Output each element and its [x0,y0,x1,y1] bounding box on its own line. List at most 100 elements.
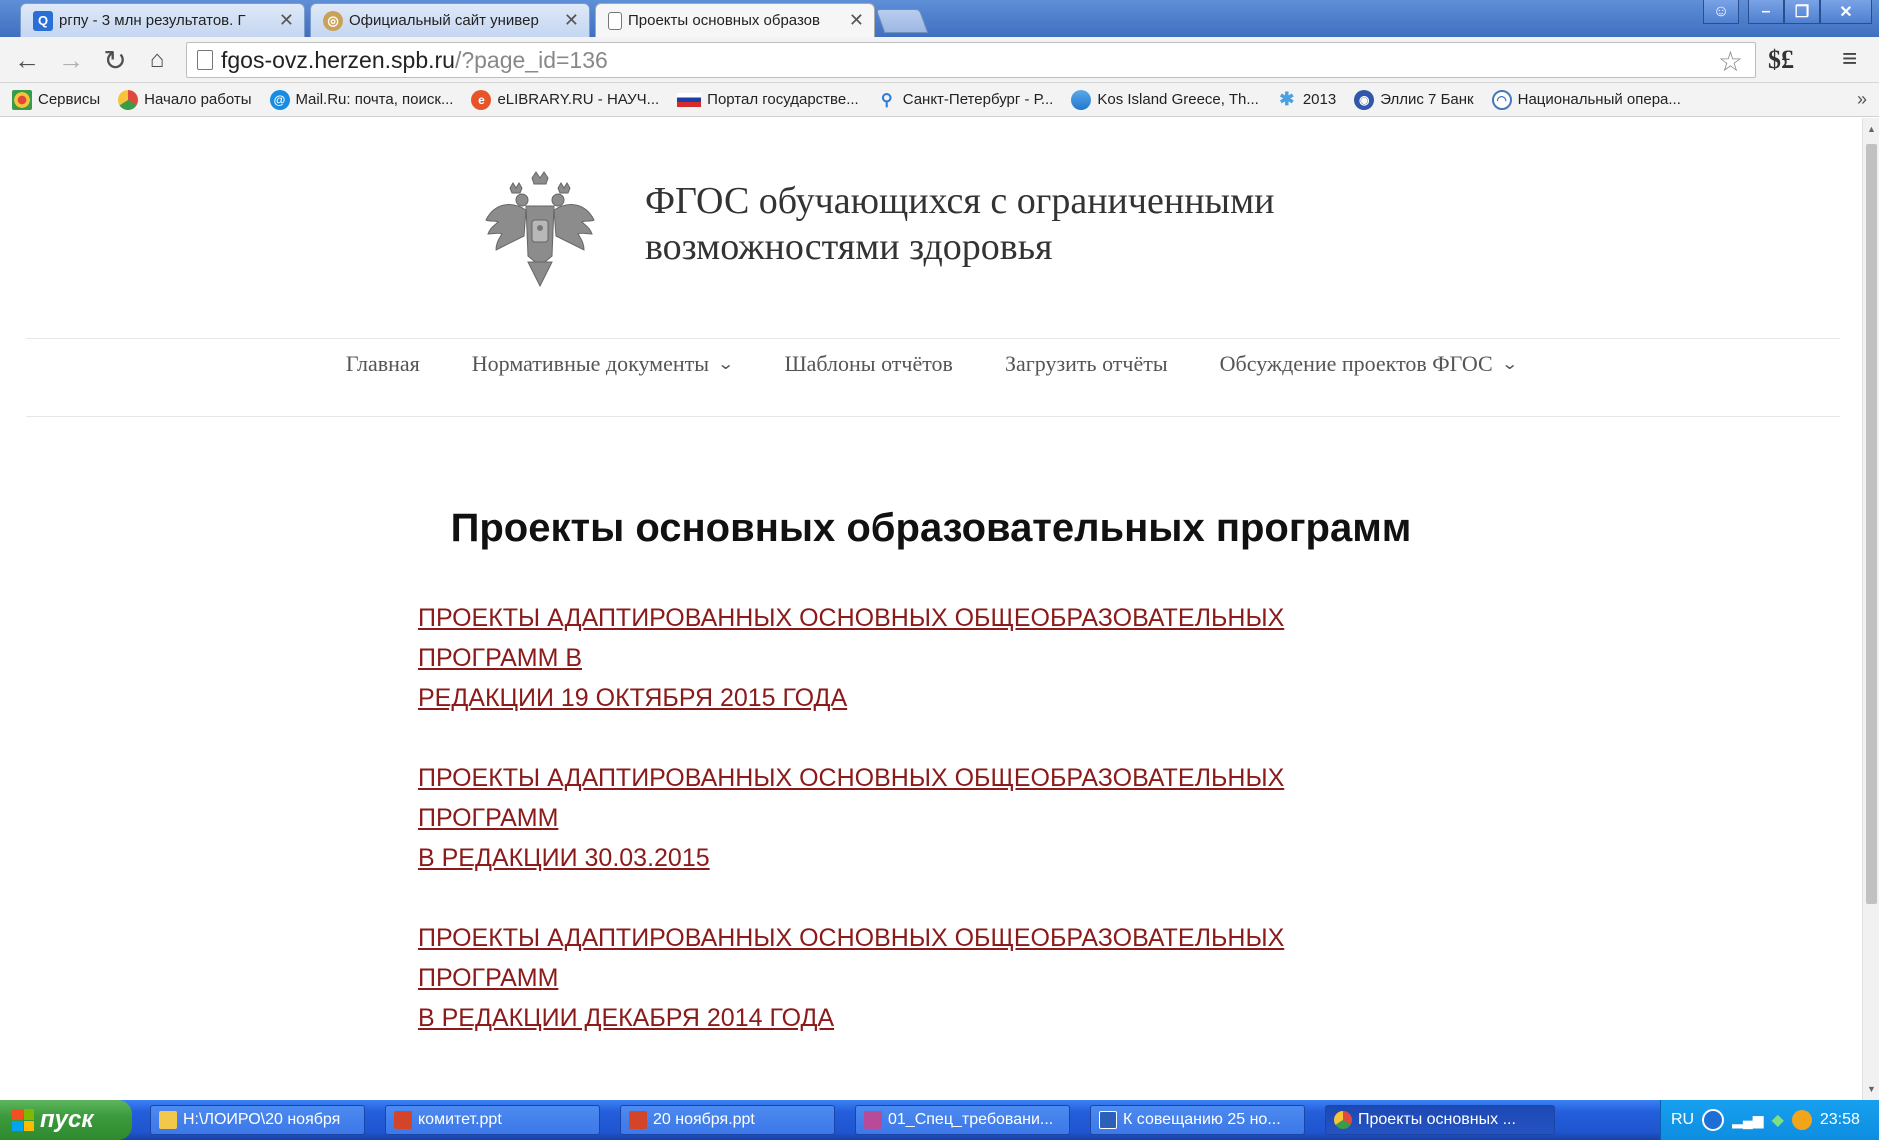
close-icon[interactable]: ✕ [279,10,294,31]
bookmark-label: Начало работы [144,91,252,108]
tab-title: ргпу - 3 млн результатов. Г [59,12,246,29]
bookmark-label: eLIBRARY.RU - НАУЧ... [497,91,660,108]
browser-tab-strip: Q ргпу - 3 млн результатов. Г ✕ ◎ Официа… [0,0,1879,37]
nav-item-upload-reports[interactable]: Загрузить отчёты [1005,351,1168,377]
mailru-icon: @ [269,89,290,110]
extension-button[interactable]: $£ [1768,45,1794,75]
link-text: В РЕДАКЦИИ ДЕКАБРЯ 2014 ГОДА [418,1004,835,1032]
nav-item-report-templates[interactable]: Шаблоны отчётов [784,351,953,377]
back-button[interactable]: ← [10,43,44,77]
bookmark-spb[interactable]: ⚲ Санкт-Петербург - Р... [877,90,1054,110]
taskbar-button-ppt-nov20[interactable]: 20 ноября.ppt [620,1105,835,1135]
signal-icon[interactable]: ▂▄▆ [1732,1112,1763,1129]
taskbar-button-label: комитет.ppt [418,1111,502,1128]
tab-university[interactable]: ◎ Официальный сайт универ ✕ [310,3,590,37]
menu-icon[interactable]: ≡ [1842,43,1857,74]
minimize-button[interactable]: – [1748,0,1784,24]
bookmark-services[interactable]: Сервисы [12,89,100,110]
taskbar-button-ppt-committee[interactable]: комитет.ppt [385,1105,600,1135]
scroll-up-icon[interactable]: ▲ [1867,124,1876,134]
folder-icon [159,1111,177,1129]
shield-icon[interactable]: ◆ [1772,1110,1784,1130]
bookmark-star-icon[interactable]: ☆ [1718,45,1743,78]
forward-button[interactable]: → [54,43,88,77]
word-icon [1099,1111,1117,1129]
scroll-down-icon[interactable]: ▼ [1867,1084,1876,1094]
maximize-button[interactable]: ❐ [1784,0,1820,24]
taskbar-button-spec-requirements[interactable]: 01_Спец_требовани... [855,1105,1070,1135]
bookmark-gosuslugi[interactable]: Портал государстве... [677,91,859,108]
document-icon [864,1111,882,1129]
link-text: ПРОЕКТЫ АДАПТИРОВАННЫХ ОСНОВНЫХ ОБЩЕОБРА… [418,764,1285,832]
bookmark-label: Mail.Ru: почта, поиск... [295,91,454,108]
nav-label: Нормативные документы [471,351,710,376]
close-icon[interactable]: ✕ [849,10,864,31]
bookmark-2013[interactable]: ✱ 2013 [1277,89,1336,110]
update-icon[interactable] [1791,1110,1812,1130]
program-links-list: ПРОЕКТЫ АДАПТИРОВАННЫХ ОСНОВНЫХ ОБЩЕОБРА… [418,598,1428,1078]
divider [26,416,1840,417]
windows-taskbar: пуск H:\ЛОИРО\20 ноября комитет.ppt 20 н… [0,1100,1879,1140]
taskbar-button-label: 01_Спец_требовани... [888,1111,1054,1128]
site-title-line: ФГОС обучающихся с ограниченными [645,180,1275,222]
forward-arrow-icon: → [58,44,84,75]
bookmark-label: Национальный опера... [1517,91,1681,108]
program-link-dec-2014[interactable]: ПРОЕКТЫ АДАПТИРОВАННЫХ ОСНОВНЫХ ОБЩЕОБРА… [418,918,1428,1038]
new-tab-button[interactable] [875,9,929,33]
bookmark-ellis-bank[interactable]: ◉ Эллис 7 Банк [1354,89,1474,110]
user-icon[interactable]: ☺ [1703,0,1739,24]
clock[interactable]: 23:58 [1820,1111,1860,1129]
address-bar[interactable]: fgos-ovz.herzen.spb.ru/?page_id=136 ☆ [186,42,1756,78]
back-arrow-icon: ← [14,44,40,75]
network-icon[interactable] [1702,1109,1725,1131]
star-icon: ✱ [1279,89,1295,109]
program-link-mar-2015[interactable]: ПРОЕКТЫ АДАПТИРОВАННЫХ ОСНОВНЫХ ОБЩЕОБРА… [418,758,1428,878]
page-icon [608,11,622,30]
bookmark-getting-started[interactable]: Начало работы [118,89,252,110]
apps-icon [12,89,32,110]
university-icon: ◎ [323,10,343,31]
start-button[interactable]: пуск [0,1100,132,1140]
nav-label: Загрузить отчёты [1004,351,1168,376]
taskbar-button-label: К совещанию 25 но... [1123,1111,1281,1128]
home-button[interactable]: ⌂ [140,43,174,77]
scrollbar-thumb[interactable] [1866,144,1877,904]
bookmark-elibrary[interactable]: e eLIBRARY.RU - НАУЧ... [471,89,660,110]
close-window-button[interactable]: ✕ [1820,0,1872,24]
language-indicator[interactable]: RU [1671,1111,1694,1129]
bookmark-label: Kos Island Greece, Th... [1097,91,1259,108]
tab-search-results[interactable]: Q ргпу - 3 млн результатов. Г ✕ [20,3,305,37]
bookmark-kos-island[interactable]: Kos Island Greece, Th... [1071,89,1259,110]
reload-button[interactable]: ↻ [98,43,132,77]
page-icon [197,50,213,70]
powerpoint-icon [394,1111,412,1129]
tab-current-page[interactable]: Проекты основных образов ✕ [595,3,875,37]
opera-icon: ◠ [1491,89,1512,110]
main-navigation: Главная Нормативные документы ⌄ Шаблоны … [0,346,1862,382]
divider [26,338,1840,339]
url-host: fgos-ovz.herzen.spb.ru [221,46,455,73]
nav-item-home[interactable]: Главная [346,351,420,377]
powerpoint-icon [629,1111,647,1129]
bookmark-label: Санкт-Петербург - Р... [902,91,1054,108]
taskbar-button-chrome[interactable]: Проекты основных ... [1325,1105,1555,1135]
url-path: /?page_id=136 [454,46,608,73]
bookmarks-overflow-button[interactable]: » [1857,89,1867,110]
close-icon[interactable]: ✕ [564,10,579,31]
nav-label: Шаблоны отчётов [784,351,953,376]
chrome-icon [118,89,139,110]
bookmark-national-opera[interactable]: ◠ Национальный опера... [1491,89,1681,110]
nav-item-fgos-discussion[interactable]: Обсуждение проектов ФГОС ⌄ [1220,351,1518,377]
start-label: пуск [40,1106,94,1133]
site-title[interactable]: ФГОС обучающихся с ограниченными возможн… [645,178,1274,270]
nav-item-normative-documents[interactable]: Нормативные документы ⌄ [471,351,735,377]
taskbar-button-label: 20 ноября.ppt [653,1111,755,1128]
taskbar-button-folder[interactable]: H:\ЛОИРО\20 ноября [150,1105,365,1135]
search-icon: Q [33,10,53,31]
taskbar-button-meeting-doc[interactable]: К совещанию 25 но... [1090,1105,1305,1135]
vertical-scrollbar[interactable]: ▲ ▼ [1862,118,1879,1100]
bookmark-mailru[interactable]: @ Mail.Ru: почта, поиск... [269,89,454,110]
program-link-oct-2015[interactable]: ПРОЕКТЫ АДАПТИРОВАННЫХ ОСНОВНЫХ ОБЩЕОБРА… [418,598,1428,718]
reload-icon: ↻ [103,44,127,76]
link-text: В РЕДАКЦИИ 30.03.2015 [418,844,710,872]
